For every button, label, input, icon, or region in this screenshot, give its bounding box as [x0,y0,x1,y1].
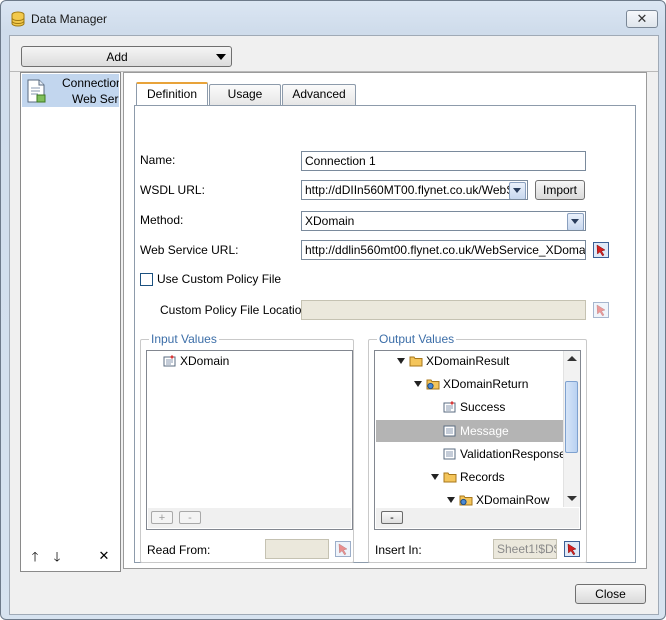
move-up-icon[interactable]: 🡑 [28,548,42,570]
parameter-icon [443,401,456,413]
policy-location-input [301,300,586,320]
web-service-url-input[interactable]: http://ddlin560mt00.flynet.co.uk/WebServ… [301,240,586,260]
connection-item[interactable]: Connection Web Ser [22,74,119,107]
method-select[interactable]: XDomain [301,211,586,231]
chevron-down-icon[interactable] [567,213,584,230]
read-from-input [265,539,329,559]
field-icon [443,448,456,460]
list-item[interactable]: XDomain [163,352,229,370]
folder-web-icon [459,495,473,506]
insert-in-input: Sheet1!$D$ [493,539,557,559]
tab-usage[interactable]: Usage [209,84,281,105]
input-item-label: XDomain [180,354,230,368]
remove-output-button[interactable]: - [381,511,403,524]
name-label: Name: [140,153,176,167]
move-down-icon[interactable]: 🡓 [50,548,64,570]
wsdl-url-combo[interactable]: http://dDIIn560MT00.flynet.co.uk/WebSe [301,180,528,200]
connections-list[interactable]: Connection Web Ser [20,72,121,572]
connection-label-line1: Connection [62,76,119,90]
tree-node[interactable]: Success [443,398,505,416]
client-area: Add Connection Web Ser 🡑 🡓 ✕ Definition … [9,35,659,615]
expand-icon[interactable] [414,381,422,387]
input-values-title: Input Values [149,332,219,346]
output-values-toolbar: - [376,508,579,528]
tree-node-label: XDomainResult [426,354,510,368]
database-icon [11,11,25,27]
input-values-toolbar: + - [148,508,351,528]
tree-node[interactable]: XDomainRow [447,491,549,509]
expand-icon[interactable] [431,474,439,480]
read-from-label: Read From: [147,543,211,557]
parameter-icon [163,355,176,367]
folder-icon [409,356,423,367]
wsdl-url-label: WSDL URL: [140,183,205,197]
add-button-label: Add [106,50,128,64]
method-value: XDomain [305,214,355,228]
add-input-button[interactable]: + [151,511,173,524]
connection-label-line2: Web Ser [72,92,119,106]
delete-icon[interactable]: ✕ [97,548,111,564]
pick-cell-icon[interactable] [564,541,580,557]
input-values-group: Input Values XDomain + - Read From: [140,332,354,563]
chevron-down-icon[interactable] [509,182,526,199]
wsdl-url-value: http://dDIIn560MT00.flynet.co.uk/WebSe [305,183,521,197]
scroll-up-icon[interactable] [567,356,577,361]
web-service-document-icon [27,79,46,103]
tree-node-label: XDomainReturn [443,377,529,391]
output-values-title: Output Values [377,332,457,346]
custom-policy-checkbox[interactable] [140,273,153,286]
connection-editor: Definition Usage Advanced Name: Connecti… [123,72,647,569]
name-input[interactable]: Connection 1 [301,151,586,171]
tree-node[interactable]: Records [431,468,505,486]
add-dropdown-button[interactable]: Add [21,46,232,67]
scroll-down-icon[interactable] [567,496,577,501]
tree-node-label: XDomainRow [476,493,550,507]
tree-node-label: Records [460,470,505,484]
scroll-thumb[interactable] [565,381,578,453]
method-label: Method: [140,213,184,227]
output-values-tree[interactable]: XDomainResult XDomainReturn Success Mess… [374,350,581,530]
folder-web-icon [426,379,440,390]
tab-definition[interactable]: Definition [136,82,208,106]
title-bar: Data Manager ✕ [1,1,665,35]
expand-icon[interactable] [397,358,405,364]
close-button[interactable]: Close [575,584,646,604]
tree-node-selected[interactable]: Message [443,422,509,440]
window-close-button[interactable]: ✕ [626,10,658,28]
web-service-url-label: Web Service URL: [140,243,239,257]
pick-cell-icon[interactable] [335,541,351,557]
tree-node[interactable]: ValidationResponse [443,445,566,463]
remove-input-button[interactable]: - [179,511,201,524]
import-button[interactable]: Import [535,180,585,200]
tree-node-label: ValidationResponse [460,447,566,461]
tab-advanced[interactable]: Advanced [282,84,356,105]
output-values-group: Output Values XDomainResult XDomainRetur… [368,332,587,563]
custom-policy-label: Use Custom Policy File [157,272,282,286]
policy-location-label: Custom Policy File Location: [160,303,312,317]
tree-scrollbar[interactable] [563,351,580,507]
pick-cell-icon[interactable] [593,242,609,258]
input-values-list[interactable]: XDomain + - [146,350,353,530]
tree-node-label: Message [460,424,509,438]
definition-tab-panel: Name: Connection 1 WSDL URL: http://dDII… [134,105,636,563]
pick-cell-icon [593,302,609,318]
chevron-down-icon [216,54,226,60]
insert-in-label: Insert In: [375,543,422,557]
field-icon [443,425,456,437]
connection-tools: 🡑 🡓 ✕ [20,548,119,570]
tree-node[interactable]: XDomainReturn [414,375,528,393]
folder-icon [443,472,457,483]
tree-node[interactable]: XDomainResult [397,352,509,370]
window-title: Data Manager [31,12,108,26]
tree-node-label: Success [460,400,506,414]
expand-icon[interactable] [447,497,455,503]
data-manager-window: Data Manager ✕ Add Connection Web Ser 🡑 [0,0,666,620]
